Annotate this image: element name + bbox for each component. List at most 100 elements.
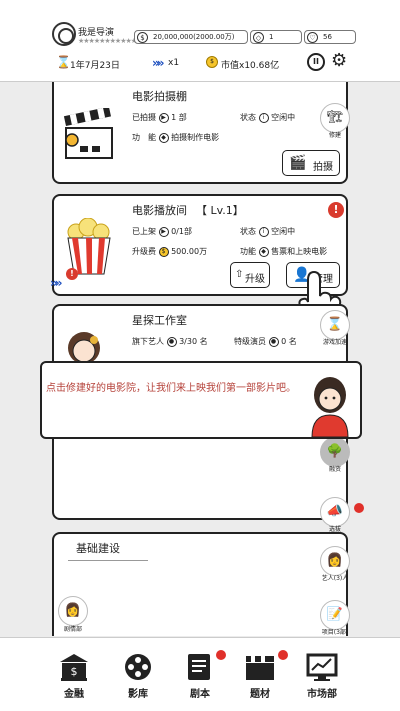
studio-shot-label: 已拍摄 [132, 113, 156, 122]
money-tree-icon: 🌳 [326, 444, 344, 459]
money-display[interactable]: $ 20,000,000(2000.00万) [134, 30, 248, 44]
chart-monitor-icon [306, 653, 338, 681]
cinema-upgrade-row: 升级费 $ 500.00万 [132, 246, 207, 257]
speedup-label: 游戏加速 [322, 339, 347, 346]
diamond-icon: ◇ [253, 32, 264, 43]
finance-button[interactable]: 🌳 [320, 437, 350, 467]
svg-text:$: $ [71, 665, 78, 678]
talent-special-value: 0 名 [281, 337, 297, 346]
writer-icon: 👩 [64, 603, 82, 618]
hourglass-icon: ⌛ [56, 55, 71, 69]
infra-title: 基础建设 [76, 542, 120, 555]
talent-title: 星探工作室 [132, 314, 187, 327]
select-label: 选拔 [328, 526, 341, 533]
shoot-button[interactable]: 🎬 拍摄 [282, 150, 340, 176]
money-value: 20,000,000(2000.00万) [153, 33, 235, 41]
hourglass-icon: ⌛ [326, 317, 344, 332]
tutorial-dialog[interactable]: 点击修建好的电影院，让我们来上映我们第一部影片吧。 [40, 361, 362, 439]
cinema-title: 电影播放间 [132, 204, 187, 217]
alert-icon[interactable]: ! [328, 202, 344, 218]
game-speed[interactable]: x1 [168, 58, 179, 68]
coin-icon: $ [158, 246, 169, 257]
cinema-upgrade-value: 500.00万 [171, 247, 208, 256]
divider [68, 560, 148, 561]
talent-artists-label: 旗下艺人 [132, 337, 164, 346]
story-dept-label: 剧情部 [63, 626, 82, 633]
select-button[interactable]: 📣 [320, 497, 350, 527]
cinema-level: 【 Lv.1】 [196, 204, 244, 217]
clapperboard-icon [246, 656, 274, 680]
cinema-upgrade-label: 升级费 [132, 247, 156, 256]
studio-card[interactable]: 电影拍摄棚 已拍摄 ▶ 1 部 状态 i 空闲中 功 能 ◆ 拍摄制作电影 🎬 … [52, 82, 348, 184]
info-icon: i [258, 226, 269, 237]
projects-button[interactable]: 📝 [320, 600, 350, 630]
person-icon: ● [166, 336, 177, 347]
info-icon: i [258, 112, 269, 123]
heart-display[interactable]: ♡ 56 [304, 30, 356, 44]
film-icon: ▶ [158, 112, 169, 123]
player-stars: ★★★★★★★★★★★★ [78, 37, 142, 45]
gem-value: 1 [269, 33, 274, 41]
nav-film-library[interactable]: 影库 [108, 638, 168, 708]
shoot-button-label: 拍摄 [313, 162, 333, 173]
studio-shot-row: 已拍摄 ▶ 1 部 [132, 112, 187, 123]
notification-dot [216, 650, 226, 660]
gear-icon[interactable]: ⚙ [331, 51, 347, 71]
coin-icon: $ [206, 56, 218, 68]
artists-button[interactable]: 👩 [320, 546, 350, 576]
talent-artists-row: 旗下艺人 ● 3/30 名 [132, 336, 208, 347]
alert-badge-small: ! [66, 268, 78, 280]
artist-icon: 👩 [326, 553, 344, 568]
nav-genre-label: 题材 [250, 689, 270, 700]
tutorial-message: 点击修建好的电影院，让我们来上映我们第一部影片吧。 [46, 383, 296, 394]
market-cap: 市值x10.68亿 [221, 61, 280, 71]
cinema-func-label: 功能 [240, 247, 256, 256]
build-button[interactable]: 🏗 [320, 103, 350, 133]
person-icon: ● [268, 336, 279, 347]
studio-title: 电影拍摄棚 [132, 90, 187, 103]
fast-forward-icon[interactable]: »» [152, 56, 164, 70]
studio-shot-value: 1 部 [171, 113, 187, 122]
studio-func-row: 功 能 ◆ 拍摄制作电影 [132, 132, 219, 143]
studio-status-row: 状态 i 空闲中 [240, 112, 295, 123]
story-dept-button[interactable]: 👩 [58, 596, 88, 626]
nav-marketing-label: 市场部 [307, 689, 337, 700]
cube-icon: ◆ [258, 246, 269, 257]
player-avatar[interactable] [52, 22, 76, 46]
talent-special-label: 特级演员 [234, 337, 266, 346]
nav-film-library-label: 影库 [128, 689, 148, 700]
game-date: 1年7月23日 [70, 61, 120, 71]
talent-artists-value: 3/30 名 [179, 337, 208, 346]
heart-value: 56 [323, 33, 332, 41]
bank-icon: $ [60, 654, 88, 681]
cinema-func-value: 售票和上映电影 [271, 247, 328, 256]
studio-status-label: 状态 [240, 113, 256, 122]
speedup-button[interactable]: ⌛ [320, 310, 350, 340]
film-icon: ▶ [158, 226, 169, 237]
clapperboard-illustration [63, 108, 113, 159]
notification-dot [354, 503, 364, 513]
nav-script-label: 剧本 [190, 689, 210, 700]
cinema-status-label: 状态 [240, 227, 256, 236]
upgrade-button-label: 升级 [245, 274, 265, 285]
cinema-status-value: 空闲中 [271, 227, 296, 236]
pause-button[interactable]: II [307, 53, 325, 71]
script-icon [188, 654, 210, 680]
cinema-status-row: 状态 i 空闲中 [240, 226, 295, 237]
nav-marketing[interactable]: 市场部 [292, 638, 352, 708]
top-status-bar: 我是导演 ★★★★★★★★★★★★ $ 20,000,000(2000.00万)… [0, 0, 400, 82]
cinema-shown-label: 已上架 [132, 227, 156, 236]
gem-display[interactable]: ◇ 1 [250, 30, 302, 44]
infra-card[interactable]: 基础建设 [52, 532, 348, 636]
nav-script[interactable]: 剧本 [170, 638, 230, 708]
heart-icon: ♡ [307, 32, 318, 43]
projects-label: 项目(3部) [321, 629, 349, 636]
artists-label: 艺人(3)人 [321, 575, 349, 582]
studio-func-value: 拍摄制作电影 [171, 133, 220, 142]
clapperboard-icon: 🎬 [289, 155, 307, 171]
nav-genre[interactable]: 题材 [230, 638, 290, 708]
upgrade-button[interactable]: ⇧ 升级 [230, 262, 270, 288]
document-icon: 📝 [326, 607, 344, 622]
nav-finance[interactable]: $ 金融 [44, 638, 104, 708]
build-label: 修建 [328, 132, 341, 139]
